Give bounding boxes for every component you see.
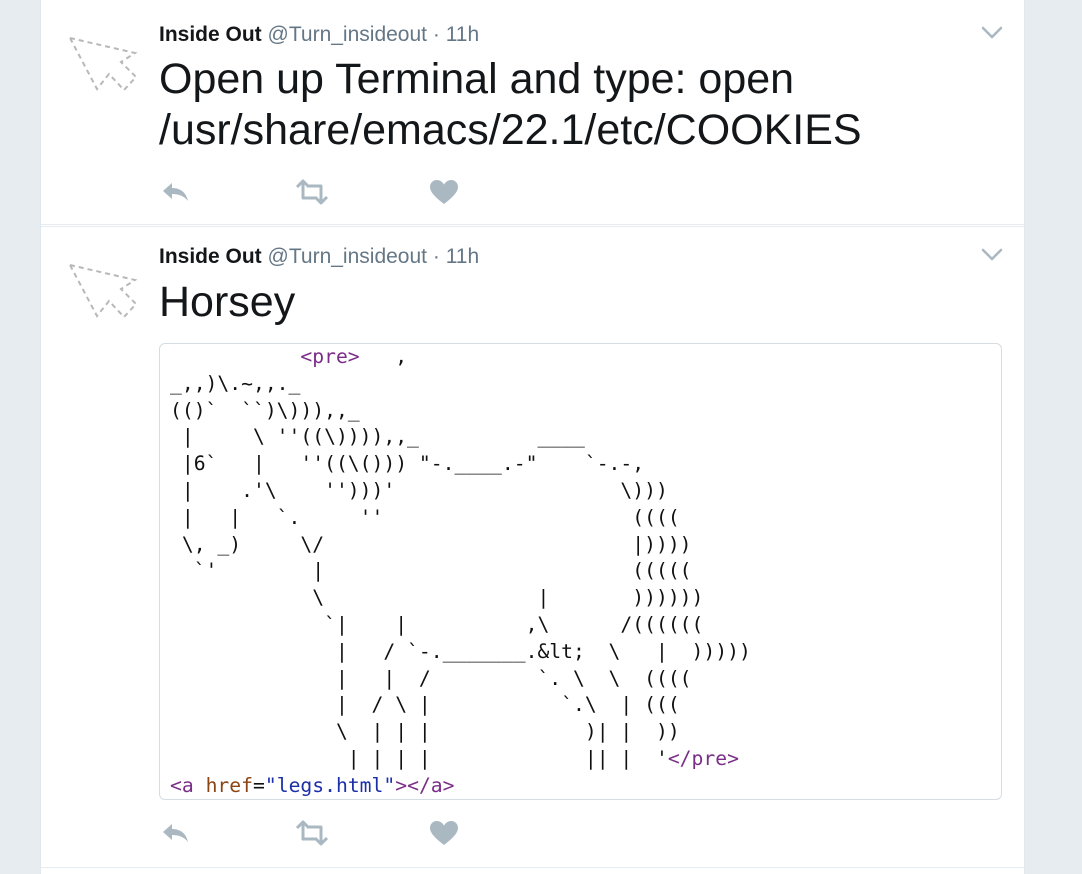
heart-icon[interactable] (427, 819, 461, 847)
tweet-header: Inside Out @Turn_insideout · 11h (159, 245, 479, 269)
retweet-icon[interactable] (295, 819, 329, 847)
anchor-attr: href (205, 773, 253, 797)
pre-close-tag: </pre> (667, 746, 739, 770)
tweet-time[interactable]: 11h (446, 23, 479, 46)
separator: · (432, 23, 440, 46)
art-line: |6` | ''((\())) "-.____.-" `-.-, (170, 452, 645, 476)
heart-icon[interactable] (427, 178, 461, 206)
art-line: | .'\ '')))' \))) (170, 478, 668, 502)
reply-icon[interactable] (159, 819, 193, 847)
art-line: | | `. '' (((( (170, 505, 680, 529)
art-line: | | / `. \ \ (((( (170, 666, 692, 690)
art-line: \ | )))))) (170, 586, 704, 610)
anchor-href-value[interactable]: "legs.html" (265, 774, 395, 797)
tweet-text: Open up Terminal and type: open /usr/sha… (159, 55, 862, 154)
code-card[interactable]: <pre> , _,,)\.~,,._ (()` ``)\))),,_ | \ … (159, 343, 1002, 800)
anchor-open-tag: <a (170, 773, 194, 797)
retweet-icon[interactable] (295, 178, 329, 206)
art-line: , (359, 345, 408, 368)
cursor-avatar-icon[interactable] (67, 30, 141, 102)
author-name[interactable]: Inside Out (159, 23, 262, 46)
art-line: (()` ``)\))),,_ (170, 398, 360, 422)
tweet-text: Horsey (159, 278, 296, 326)
cursor-avatar-icon[interactable] (67, 257, 141, 329)
art-line: \ | | | )| | )) (170, 720, 680, 744)
art-line: | \ ''((\)))),,_ ____ (170, 425, 585, 449)
ascii-horse-art: <pre> , _,,)\.~,,._ (()` ``)\))),,_ | \ … (170, 344, 751, 799)
art-line: \, _) \/ |)))) (170, 532, 692, 556)
tweet-time[interactable]: 11h (446, 245, 479, 268)
art-line: | / `-._______.&lt; \ | ))))) (170, 639, 751, 663)
separator: · (432, 245, 440, 268)
art-line: `' | ((((( (170, 559, 692, 583)
tweet[interactable]: Inside Out @Turn_insideout · 11h Open up… (41, 0, 1024, 225)
author-handle[interactable]: @Turn_insideout (268, 23, 427, 46)
timeline: Inside Out @Turn_insideout · 11h Open up… (40, 0, 1025, 874)
art-line: | / \ | `.\ | ((( (170, 693, 680, 717)
anchor-close-tag: ></a> (395, 773, 455, 797)
art-line: | | | | || | ' (170, 746, 668, 770)
tweet[interactable]: Inside Out @Turn_insideout · 11h Horsey … (41, 226, 1024, 868)
art-line: `| | ,\ /(((((( (170, 612, 704, 636)
chevron-down-icon[interactable] (981, 248, 1003, 262)
anchor-eq: = (253, 773, 265, 797)
author-handle[interactable]: @Turn_insideout (268, 245, 427, 268)
art-line: _,,)\.~,,._ (170, 371, 301, 395)
reply-icon[interactable] (159, 178, 193, 206)
tweet-header: Inside Out @Turn_insideout · 11h (159, 23, 479, 47)
chevron-down-icon[interactable] (981, 26, 1003, 40)
author-name[interactable]: Inside Out (159, 245, 262, 268)
pre-open-tag: <pre> (300, 345, 360, 368)
